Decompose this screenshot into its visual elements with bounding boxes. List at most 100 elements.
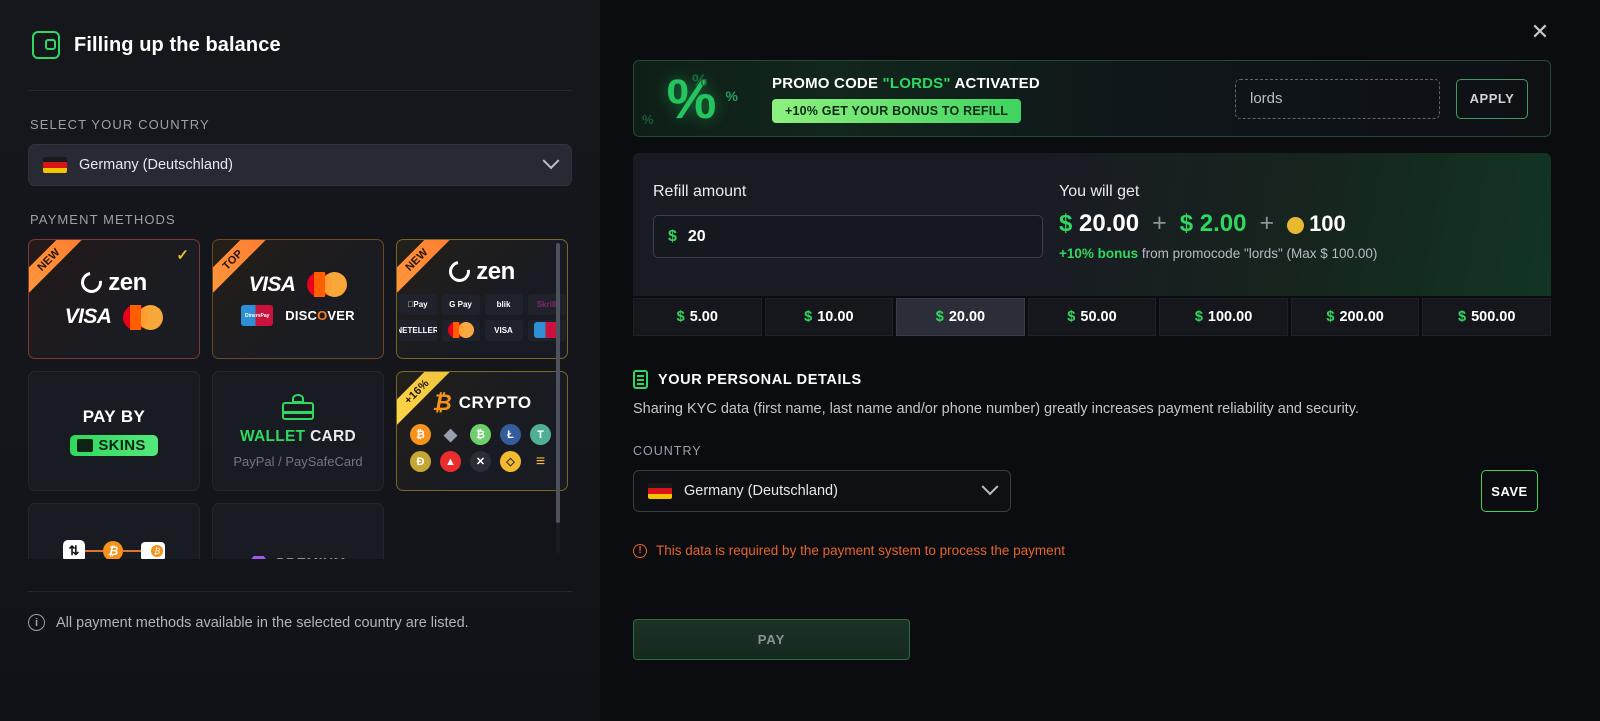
refill-amount-block: Refill amount $	[633, 153, 1045, 296]
header-divider	[28, 90, 572, 91]
pay-button[interactable]: PAY	[633, 619, 910, 660]
visa-logo-small: VISA	[484, 319, 523, 341]
discover-logo: DISCOVER	[285, 308, 355, 323]
required-data-warning: ! This data is required by the payment s…	[633, 543, 1065, 558]
scrollbar-thumb[interactable]	[556, 243, 560, 523]
preset-amount-100[interactable]: $100.00	[1159, 298, 1288, 336]
payment-methods-region: NEW ✓ zen VISA TOP VISA DinersPay DISCOV…	[28, 239, 572, 559]
coin-icon	[1287, 217, 1305, 234]
premium-caption: PREMIUM	[276, 555, 346, 559]
payment-method-zen-visa-mc[interactable]: NEW ✓ zen VISA	[28, 239, 200, 359]
preset-amount-200[interactable]: $200.00	[1290, 298, 1420, 336]
tron-coin-icon: ▲	[440, 451, 461, 472]
footer-note-text: All payment methods available in the sel…	[56, 614, 469, 631]
you-will-get-block: You will get $ 20.00 + $ 2.00 + 100 +10%…	[1045, 153, 1377, 296]
preset-amount-50[interactable]: $50.00	[1027, 298, 1157, 336]
payment-method-wallet-card[interactable]: WALLET CARD PayPal / PaySafeCard	[212, 371, 384, 491]
premium-row: PREMIUM	[250, 555, 346, 559]
refill-amount-label: Refill amount	[653, 183, 747, 200]
payment-method-crypto[interactable]: +16% ₿ CRYPTO ₿ ◆ ₿ Ł T Đ ▲ ✕ ◇ ≡	[396, 371, 568, 491]
country-select[interactable]: Germany (Deutschland)	[28, 144, 572, 186]
country-select-value: Germany (Deutschland)	[79, 157, 233, 173]
plus-icon-1: +	[1152, 209, 1167, 237]
percent-graphic-icon: %%%%	[642, 67, 738, 130]
refill-balance-modal: Filling up the balance SELECT YOUR COUNT…	[0, 0, 1600, 721]
amount-presets: $5.00 $10.00 $20.00 $50.00 $100.00 $200.…	[633, 298, 1551, 336]
warning-text: This data is required by the payment sys…	[656, 543, 1065, 558]
crypto-header: ₿ CRYPTO	[432, 390, 532, 415]
dinerspay-logo: DinersPay	[241, 305, 274, 326]
personal-details-header: YOUR PERSONAL DETAILS	[633, 370, 862, 389]
personal-country-select[interactable]: Germany (Deutschland)	[633, 470, 1011, 512]
left-panel: Filling up the balance SELECT YOUR COUNT…	[0, 0, 600, 721]
modal-header: Filling up the balance	[28, 0, 572, 90]
personal-country-value: Germany (Deutschland)	[684, 483, 838, 499]
personal-details-subtitle: Sharing KYC data (first name, last name …	[633, 401, 1359, 417]
apply-promo-button[interactable]: APPLY	[1456, 78, 1528, 119]
payment-methods-label: PAYMENT METHODS	[30, 212, 176, 227]
bonus-note: +10% bonus from promocode "lords" (Max $…	[1059, 246, 1378, 261]
preset-amount-500[interactable]: $500.00	[1422, 298, 1551, 336]
bonus-amount: $ 2.00	[1179, 209, 1247, 237]
ripple-coin-icon: ✕	[470, 451, 491, 472]
chevron-down-icon	[542, 152, 560, 170]
you-will-get-values: $ 20.00 + $ 2.00 + 100	[1059, 209, 1377, 238]
gift-card-icon	[282, 393, 314, 420]
payment-method-zen-wallets[interactable]: NEW zen Pay G Pay blik Skrill NETELLER	[396, 239, 568, 359]
preset-amount-5[interactable]: $5.00	[633, 298, 762, 336]
wallet-card-title: WALLET CARD	[239, 427, 357, 445]
brand-row-1: VISA	[249, 272, 348, 297]
right-panel: ✕ %%%% PROMO CODE "LORDS" ACTIVATED +10%…	[600, 0, 1600, 721]
promo-banner: %%%% PROMO CODE "LORDS" ACTIVATED +10% G…	[633, 60, 1551, 137]
personal-country-label: COUNTRY	[633, 444, 702, 458]
zen-logo: zen	[445, 256, 515, 287]
diamond-icon	[250, 555, 268, 559]
you-will-get-label: You will get	[1059, 183, 1140, 200]
payment-method-cards[interactable]: TOP VISA DinersPay DISCOVER	[212, 239, 384, 359]
dogecoin-coin-icon: Đ	[410, 451, 431, 472]
brand-row: VISA	[65, 304, 164, 330]
preset-amount-20[interactable]: $20.00	[896, 298, 1025, 336]
google-pay-logo: G Pay	[441, 293, 480, 315]
blik-logo: blik	[484, 293, 523, 315]
alert-icon: !	[633, 543, 647, 558]
pay-by-label: PAY BY	[82, 406, 146, 426]
plus-icon-2: +	[1259, 209, 1275, 237]
left-footer-note: i All payment methods available in the s…	[28, 592, 572, 631]
busd-coin-icon: ≡	[535, 452, 546, 470]
visa-logo: VISA	[248, 272, 296, 296]
save-button[interactable]: SAVE	[1481, 470, 1538, 512]
brand-row-2: DinersPay DISCOVER	[241, 305, 355, 326]
coins-amount: 100	[1287, 211, 1346, 237]
apple-pay-logo: Pay	[398, 293, 437, 315]
payment-method-premium[interactable]: PREMIUM	[212, 503, 384, 559]
payment-method-pay-by-skins[interactable]: PAY BY SKINS	[28, 371, 200, 491]
mastercard-logo	[307, 272, 348, 297]
payment-method-swapped[interactable]: ⇅₿₿ SWAPPED	[28, 503, 200, 559]
bitcoin-icon: ₿	[432, 390, 452, 415]
personal-details-title: YOUR PERSONAL DETAILS	[658, 371, 862, 388]
currency-symbol: $	[668, 227, 677, 245]
neteller-logo: NETELLER	[398, 319, 437, 341]
bitcoin-coin-icon: ₿	[410, 424, 431, 445]
promo-code-input[interactable]	[1235, 78, 1440, 119]
promo-title: PROMO CODE "LORDS" ACTIVATED	[772, 74, 1040, 92]
zen-logo: zen	[77, 267, 147, 298]
crypto-coin-list: ₿ ◆ ₿ Ł T Đ ▲ ✕ ◇ ≡	[410, 424, 554, 472]
base-amount: $ 20.00	[1059, 209, 1140, 237]
litecoin-coin-icon: Ł	[500, 424, 521, 445]
close-icon[interactable]: ✕	[1528, 20, 1552, 44]
mastercard-logo-small	[441, 319, 480, 341]
promo-text-block: PROMO CODE "LORDS" ACTIVATED +10% GET YO…	[744, 75, 1235, 123]
refill-amount-field[interactable]: $	[653, 215, 1043, 258]
preset-amount-10[interactable]: $10.00	[764, 298, 894, 336]
mastercard-logo	[123, 304, 164, 330]
refill-amount-input[interactable]	[687, 227, 1018, 246]
page-title: Filling up the balance	[74, 33, 281, 56]
refill-panel: Refill amount $ You will get $ 20.00 + $…	[633, 153, 1551, 296]
info-icon: i	[28, 614, 45, 631]
binance-coin-icon: ◇	[500, 451, 521, 472]
selected-check-icon: ✓	[176, 247, 189, 264]
payment-methods-scrollbar[interactable]	[556, 243, 560, 553]
wallet-icon	[32, 31, 60, 59]
